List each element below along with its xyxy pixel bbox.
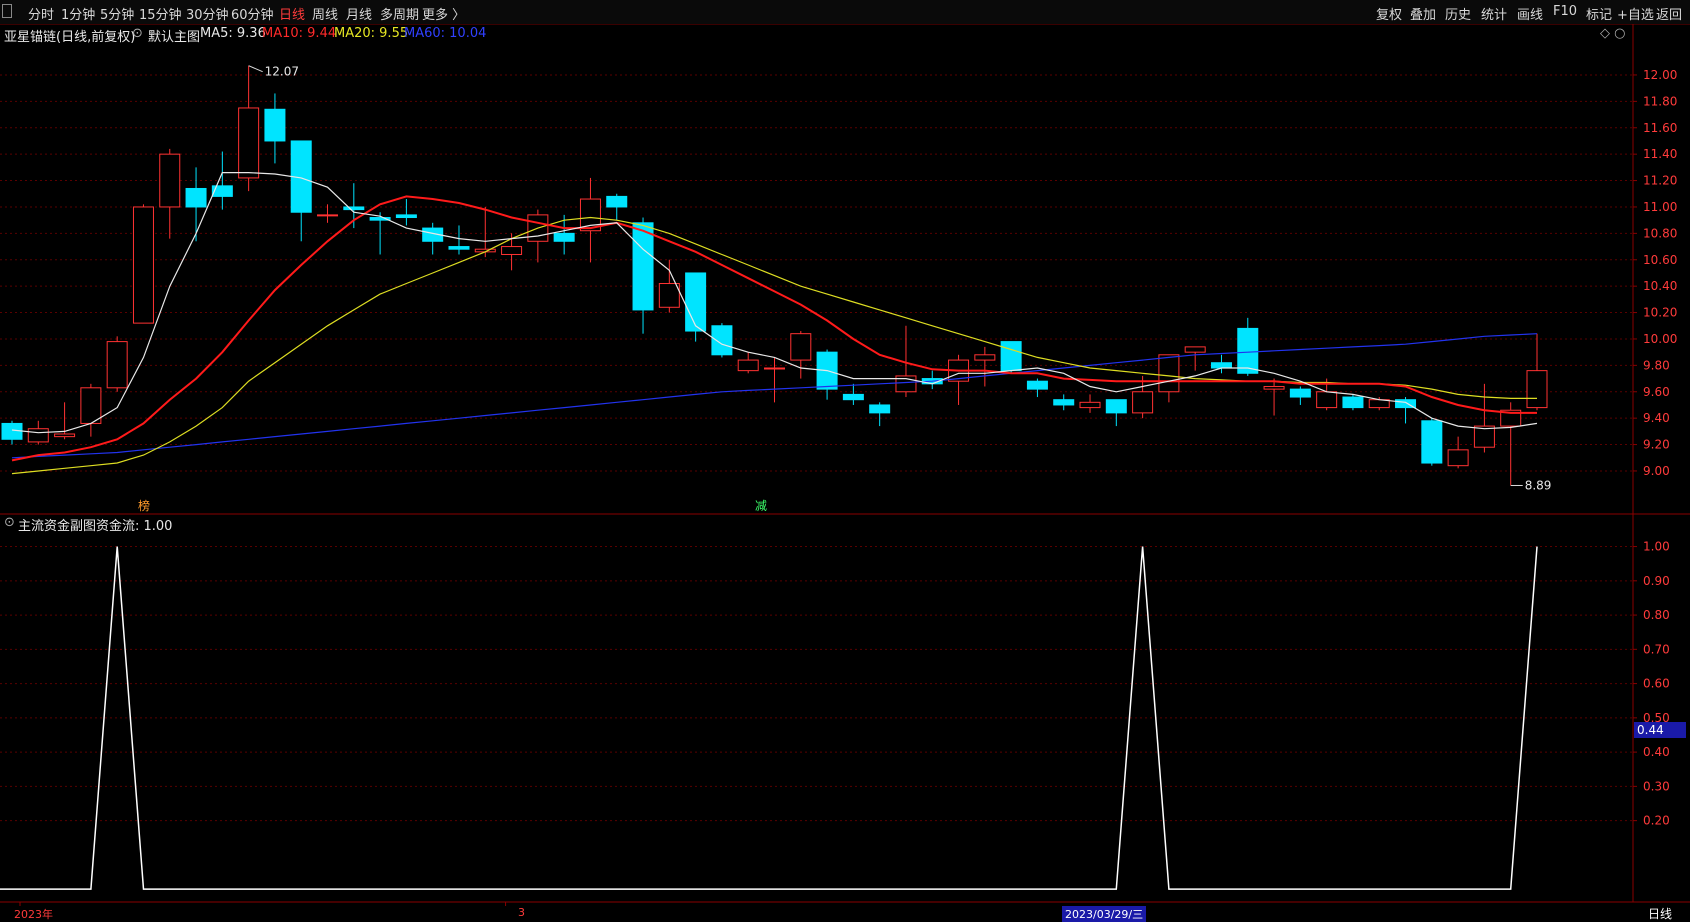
high-pointer bbox=[248, 65, 263, 73]
candle-body-up bbox=[974, 354, 996, 361]
candle-body-down bbox=[553, 232, 575, 242]
y-tick-label: 10.60 bbox=[1643, 253, 1677, 267]
y-tick-label: 10.00 bbox=[1643, 332, 1677, 346]
high-price-label: 12.07 bbox=[265, 65, 299, 79]
y-tick-label: 11.60 bbox=[1643, 121, 1677, 135]
sub-y-tick-label: 0.30 bbox=[1643, 779, 1670, 793]
candle-body-up bbox=[54, 433, 76, 438]
sub-y-tick-label: 0.80 bbox=[1643, 608, 1670, 622]
candle-body-up bbox=[1263, 385, 1285, 390]
candle-body-down bbox=[1026, 380, 1048, 390]
candle-body-down bbox=[1237, 327, 1259, 374]
y-tick-label: 10.80 bbox=[1643, 226, 1677, 240]
sub-y-tick-label: 0.20 bbox=[1643, 814, 1670, 828]
candle-body-down bbox=[1342, 396, 1364, 409]
ma20-line bbox=[11, 216, 1537, 475]
candle-body-up bbox=[238, 107, 260, 179]
y-tick-label: 12.00 bbox=[1643, 68, 1677, 82]
candle-body-down bbox=[1421, 420, 1443, 464]
y-tick-label: 9.40 bbox=[1643, 411, 1670, 425]
candle-body-up bbox=[790, 333, 812, 361]
candle-body-up bbox=[1526, 370, 1548, 409]
candle-body-up bbox=[132, 206, 154, 324]
y-tick-label: 11.40 bbox=[1643, 147, 1677, 161]
candle-body-down bbox=[1, 422, 23, 440]
candle-body-up bbox=[106, 341, 128, 389]
candle-body-up bbox=[764, 367, 785, 370]
candle-body-down bbox=[1053, 399, 1075, 406]
candle-body-up bbox=[501, 246, 523, 255]
candle-body-down bbox=[1210, 362, 1232, 369]
candle-body-down bbox=[711, 325, 733, 356]
stock-chart[interactable]: 12.00 11.80 11.60 11.40 11.20 11.00 10.80 10.60… bbox=[0, 0, 1690, 921]
low-price-label: 8.89 bbox=[1525, 478, 1552, 492]
y-tick-label: 11.20 bbox=[1643, 174, 1677, 188]
candle-body-down bbox=[842, 393, 864, 401]
y-tick-label: 9.20 bbox=[1643, 438, 1670, 452]
candle-body-down bbox=[185, 187, 207, 208]
candle-body-up bbox=[1184, 346, 1206, 353]
candle-body-down bbox=[1000, 341, 1022, 372]
candle-body-up bbox=[27, 428, 49, 443]
y-tick-label: 10.20 bbox=[1643, 306, 1677, 320]
sub-y-tick-label: 0.90 bbox=[1643, 574, 1670, 588]
candle-body-down bbox=[606, 195, 628, 208]
sub-y-tick-label: 0.40 bbox=[1643, 745, 1670, 759]
candle-body-up bbox=[1132, 391, 1154, 414]
candle-body-down bbox=[1105, 399, 1127, 414]
candle-body-up bbox=[317, 214, 339, 217]
y-tick-label: 11.00 bbox=[1643, 200, 1677, 214]
candle-body-down bbox=[685, 272, 707, 332]
ma10-line bbox=[11, 195, 1537, 462]
y-tick-label: 9.80 bbox=[1643, 358, 1670, 372]
candle-body-down bbox=[395, 214, 417, 219]
sub-y-tick-label: 1.00 bbox=[1643, 540, 1670, 554]
y-tick-label: 9.00 bbox=[1643, 464, 1670, 478]
candle-body-down bbox=[448, 246, 470, 250]
candle-body-up bbox=[658, 283, 680, 308]
candle-body-up bbox=[1316, 391, 1338, 409]
candle-body-down bbox=[1289, 388, 1311, 398]
candle-body-down bbox=[632, 222, 654, 311]
candle-body-down bbox=[869, 404, 891, 414]
candle-body-up bbox=[737, 359, 759, 372]
candle-body-up bbox=[1158, 354, 1180, 393]
y-tick-label: 11.80 bbox=[1643, 94, 1677, 108]
candle-body-up bbox=[1079, 401, 1101, 409]
sub-y-tick-label: 0.50 bbox=[1643, 711, 1670, 725]
y-tick-label: 9.60 bbox=[1643, 385, 1670, 399]
candle-body-down bbox=[264, 108, 286, 142]
sub-y-tick-label: 0.70 bbox=[1643, 642, 1670, 656]
y-tick-label: 10.40 bbox=[1643, 279, 1677, 293]
candle-body-up bbox=[159, 153, 181, 208]
sub-y-tick-label: 0.60 bbox=[1643, 677, 1670, 691]
candle-body-down bbox=[343, 206, 365, 211]
candle-body-up bbox=[1447, 449, 1469, 467]
candle-body-up bbox=[80, 387, 102, 424]
